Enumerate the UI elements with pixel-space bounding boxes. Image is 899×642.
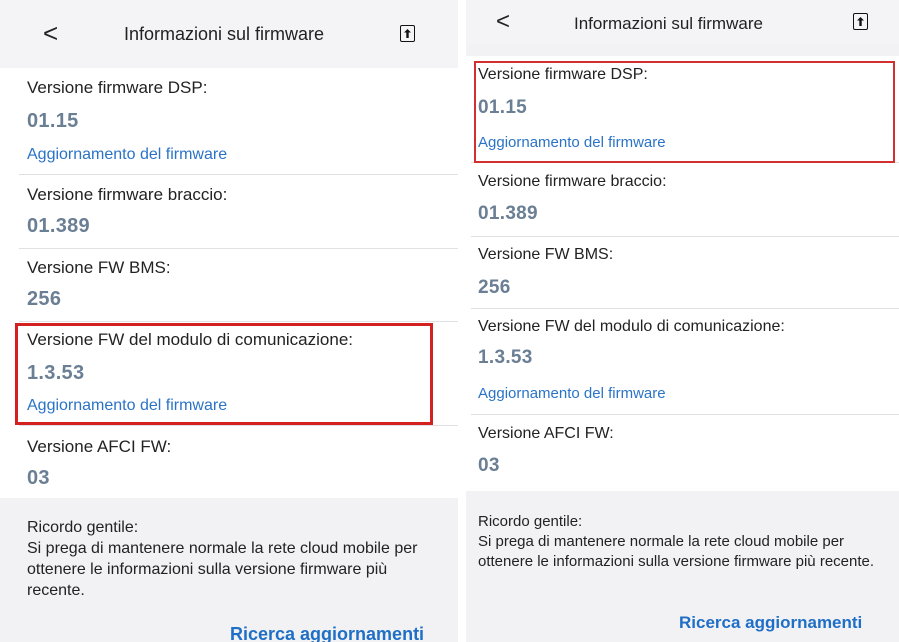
comm-module-update-link[interactable]: Aggiornamento del firmware xyxy=(478,385,666,402)
reminder-text: Si prega di mantenere normale la rete cl… xyxy=(27,540,418,599)
afci-label: Versione AFCI FW: xyxy=(478,425,614,442)
nav-header: < Informazioni sul firmware xyxy=(466,0,899,44)
reminder-text: Si prega di mantenere normale la rete cl… xyxy=(478,533,875,570)
dsp-update-link[interactable]: Aggiornamento del firmware xyxy=(27,146,227,164)
back-button[interactable]: < xyxy=(496,8,510,36)
divider xyxy=(471,414,899,415)
bms-label: Versione FW BMS: xyxy=(478,246,614,263)
highlight-box xyxy=(15,323,433,425)
afci-value: 03 xyxy=(478,455,500,476)
dsp-label: Versione firmware DSP: xyxy=(27,78,208,97)
comm-module-value: 1.3.53 xyxy=(478,347,533,368)
bms-value: 256 xyxy=(27,288,62,310)
arm-label: Versione firmware braccio: xyxy=(27,185,228,204)
reminder-title: Ricordo gentile: xyxy=(478,513,583,530)
search-updates-button[interactable]: Ricerca aggiornamenti xyxy=(679,613,862,633)
arm-value: 01.389 xyxy=(27,215,90,237)
afci-value: 03 xyxy=(27,467,50,489)
bms-label: Versione FW BMS: xyxy=(27,258,171,277)
left-screenshot: < Informazioni sul firmware Versione fir… xyxy=(0,0,458,642)
divider xyxy=(471,308,899,309)
bms-value: 256 xyxy=(478,277,511,298)
nav-header: < Informazioni sul firmware xyxy=(0,0,458,68)
reminder-title: Ricordo gentile: xyxy=(27,519,139,536)
search-updates-button[interactable]: Ricerca aggiornamenti xyxy=(230,624,424,642)
highlight-box xyxy=(474,61,895,163)
reminder-note: Ricordo gentile: Si prega di mantenere n… xyxy=(478,512,888,572)
header-gap xyxy=(466,44,899,56)
page-title: Informazioni sul firmware xyxy=(124,24,325,44)
divider xyxy=(19,321,458,322)
reminder-note: Ricordo gentile: Si prega di mantenere n… xyxy=(27,517,447,601)
comm-module-label: Versione FW del modulo di comunicazione: xyxy=(478,318,785,335)
divider xyxy=(19,174,458,175)
back-button[interactable]: < xyxy=(43,18,58,49)
divider xyxy=(471,236,899,237)
divider xyxy=(19,425,458,426)
right-screenshot: < Informazioni sul firmware Versione fir… xyxy=(466,0,899,642)
share-upload-icon[interactable] xyxy=(853,13,868,30)
divider xyxy=(19,248,458,249)
arm-label: Versione firmware braccio: xyxy=(478,173,667,190)
dsp-value: 01.15 xyxy=(27,110,79,132)
afci-label: Versione AFCI FW: xyxy=(27,437,172,456)
share-upload-icon[interactable] xyxy=(400,25,415,42)
arm-value: 01.389 xyxy=(478,203,538,224)
page-title: Informazioni sul firmware xyxy=(574,14,763,33)
